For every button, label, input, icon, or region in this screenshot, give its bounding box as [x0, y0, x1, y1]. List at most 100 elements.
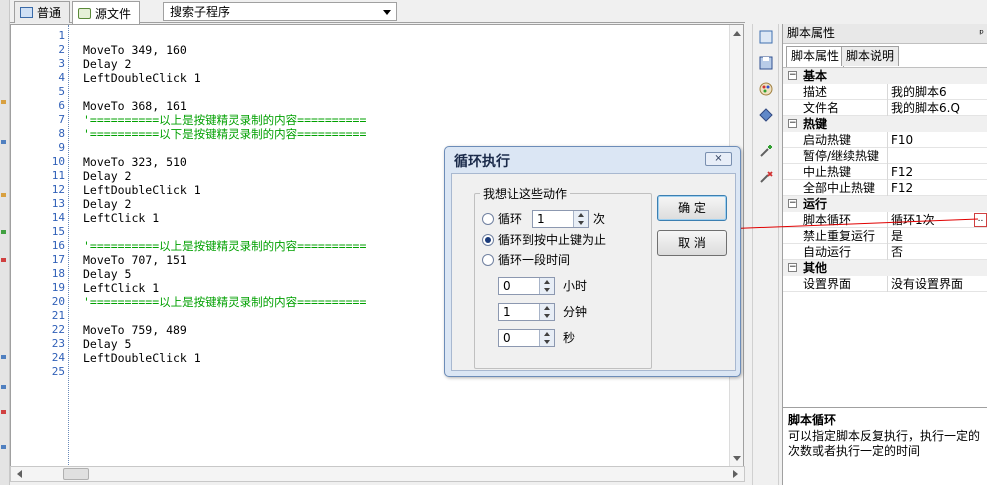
- property-value[interactable]: 是: [891, 228, 903, 244]
- code-comment-line[interactable]: '==========以上是按键精灵录制的内容==========: [83, 295, 366, 309]
- horizontal-scrollbar[interactable]: [10, 466, 745, 482]
- remove-tool-icon[interactable]: [758, 169, 774, 185]
- add-tool-icon[interactable]: [758, 143, 774, 159]
- script-icon[interactable]: [758, 29, 774, 45]
- collapse-icon[interactable]: −: [788, 263, 797, 272]
- code-line[interactable]: LeftDoubleClick 1: [83, 71, 201, 85]
- property-value[interactable]: 否: [891, 244, 903, 260]
- cancel-button[interactable]: 取 消: [657, 230, 727, 256]
- hours-unit: 小时: [563, 279, 588, 293]
- tab-normal[interactable]: 普通: [14, 1, 70, 23]
- code-comment-line[interactable]: '==========以下是按键精灵录制的内容==========: [83, 127, 366, 141]
- collapse-icon[interactable]: −: [788, 199, 797, 208]
- spin-arrows-icon[interactable]: [539, 330, 554, 346]
- property-category[interactable]: − 基本: [783, 68, 987, 84]
- property-category[interactable]: − 其他: [783, 260, 987, 276]
- code-line[interactable]: Delay 5: [83, 337, 131, 351]
- code-comment-line[interactable]: '==========以上是按键精灵录制的内容==========: [83, 239, 366, 253]
- code-line[interactable]: MoveTo 349, 160: [83, 43, 187, 57]
- collapse-icon[interactable]: −: [788, 71, 797, 80]
- property-category[interactable]: − 运行: [783, 196, 987, 212]
- property-description-title: 脚本循环: [788, 413, 837, 427]
- line-number-gutter: 1 2 3 4 5 6 7 8 9 10 11 12 13 14 15 16 17 18 19 20 21 22 23 24 2…: [11, 25, 69, 467]
- window-icon: [20, 7, 33, 18]
- property-row[interactable]: 启动热键 F10: [783, 132, 987, 148]
- property-row[interactable]: 设置界面 没有设置界面: [783, 276, 987, 292]
- code-line[interactable]: LeftDoubleClick 1: [83, 351, 201, 365]
- ok-button[interactable]: 确 定: [657, 195, 727, 221]
- code-line[interactable]: MoveTo 323, 510: [83, 155, 187, 169]
- code-line[interactable]: Delay 2: [83, 169, 131, 183]
- line-number: 2: [58, 43, 65, 56]
- code-line[interactable]: LeftClick 1: [83, 281, 159, 295]
- line-number: 14: [51, 211, 65, 224]
- line-number: 15: [51, 225, 65, 238]
- subroutine-dropdown[interactable]: 搜索子程序: [163, 2, 397, 21]
- property-row[interactable]: 禁止重复运行 是: [783, 228, 987, 244]
- scroll-left-icon[interactable]: [17, 470, 22, 478]
- close-icon[interactable]: ⨯: [705, 152, 732, 166]
- property-value[interactable]: 我的脚本6: [891, 84, 947, 100]
- property-row[interactable]: 文件名 我的脚本6.Q: [783, 100, 987, 116]
- property-row[interactable]: 自动运行 否: [783, 244, 987, 260]
- property-row[interactable]: 描述 我的脚本6: [783, 84, 987, 100]
- seconds-value: 0: [503, 331, 511, 345]
- palette-icon[interactable]: [758, 81, 774, 97]
- save-icon[interactable]: [758, 55, 774, 71]
- spin-arrows-icon[interactable]: [539, 278, 554, 294]
- scroll-down-icon[interactable]: [733, 456, 741, 461]
- property-key: 全部中止热键: [803, 181, 876, 195]
- line-number: 20: [51, 295, 65, 308]
- line-number: 21: [51, 309, 65, 322]
- hours-stepper[interactable]: 0: [498, 277, 555, 295]
- radio-loop-until-stop[interactable]: [482, 234, 494, 246]
- radio-loop-count[interactable]: [482, 213, 494, 225]
- spin-arrows-icon[interactable]: [539, 304, 554, 320]
- property-key: 基本: [803, 69, 828, 83]
- code-line[interactable]: Delay 2: [83, 197, 131, 211]
- property-value[interactable]: F12: [891, 164, 913, 180]
- property-row[interactable]: 脚本循环 循环1次..: [783, 212, 987, 228]
- gear-icon[interactable]: [758, 107, 774, 123]
- spin-arrows-icon[interactable]: [573, 211, 588, 227]
- tab-script-properties[interactable]: 脚本属性: [786, 46, 845, 67]
- code-line[interactable]: LeftDoubleClick 1: [83, 183, 201, 197]
- minutes-stepper[interactable]: 1: [498, 303, 555, 321]
- dock-marker-icon: [1, 258, 6, 262]
- vertical-toolbar: [752, 24, 779, 485]
- property-key: 中止热键: [803, 165, 852, 179]
- radio-loop-until-stop-label: 循环到按中止键为止: [498, 233, 607, 247]
- property-row[interactable]: 暂停/继续热键: [783, 148, 987, 164]
- tab-script-description[interactable]: 脚本说明: [841, 46, 900, 66]
- seconds-stepper[interactable]: 0: [498, 329, 555, 347]
- tab-normal-label: 普通: [37, 6, 62, 20]
- line-number: 24: [51, 351, 65, 364]
- property-value[interactable]: 没有设置界面: [891, 276, 963, 292]
- property-value[interactable]: F12: [891, 180, 913, 196]
- scroll-up-icon[interactable]: [733, 31, 741, 36]
- property-category[interactable]: − 热键: [783, 116, 987, 132]
- property-value[interactable]: 循环1次: [891, 212, 935, 228]
- property-row[interactable]: 全部中止热键 F12: [783, 180, 987, 196]
- code-line[interactable]: MoveTo 368, 161: [83, 99, 187, 113]
- pin-icon[interactable]: ᵖ: [979, 24, 984, 43]
- scroll-right-icon[interactable]: [733, 470, 738, 478]
- dock-marker-icon: [1, 355, 6, 359]
- property-key: 文件名: [803, 101, 840, 115]
- code-comment-line[interactable]: '==========以上是按键精灵录制的内容==========: [83, 113, 366, 127]
- subroutine-dropdown-value: 搜索子程序: [170, 5, 231, 19]
- code-line[interactable]: Delay 2: [83, 57, 131, 71]
- property-ellipsis-button[interactable]: ..: [974, 213, 987, 227]
- code-line[interactable]: Delay 5: [83, 267, 131, 281]
- scrollbar-thumb[interactable]: [63, 468, 89, 480]
- radio-loop-duration[interactable]: [482, 254, 494, 266]
- code-line[interactable]: MoveTo 707, 151: [83, 253, 187, 267]
- code-line[interactable]: MoveTo 759, 489: [83, 323, 187, 337]
- loop-count-stepper[interactable]: 1: [532, 210, 589, 228]
- code-line[interactable]: LeftClick 1: [83, 211, 159, 225]
- property-row[interactable]: 中止热键 F12: [783, 164, 987, 180]
- property-value[interactable]: F10: [891, 132, 913, 148]
- collapse-icon[interactable]: −: [788, 119, 797, 128]
- property-value[interactable]: 我的脚本6.Q: [891, 100, 960, 116]
- tab-source[interactable]: 源文件: [72, 1, 140, 24]
